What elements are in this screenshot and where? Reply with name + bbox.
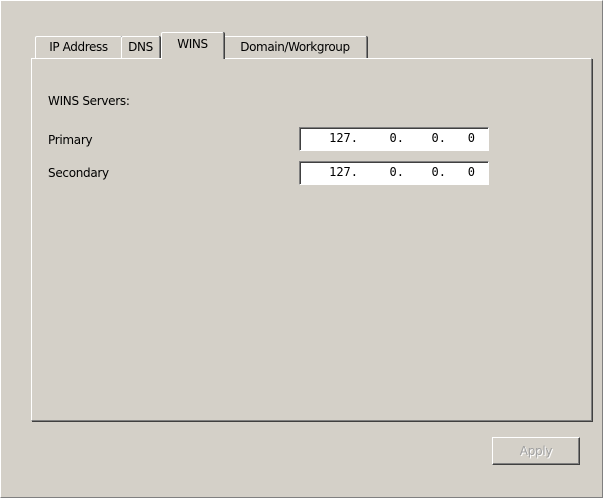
secondary-ip-octet-1[interactable]: 127. <box>314 162 358 183</box>
secondary-ip-octet-3[interactable]: 0. <box>404 162 446 183</box>
network-settings-dialog: IP Address DNS WINS Domain/Workgroup WIN… <box>0 0 603 498</box>
primary-ip-octet-4[interactable]: 0 <box>445 128 475 149</box>
tab-domain-workgroup[interactable]: Domain/Workgroup <box>223 36 367 58</box>
secondary-ip-octet-4[interactable]: 0 <box>445 162 475 183</box>
apply-button[interactable]: Apply <box>492 437 580 465</box>
secondary-ip-octet-2[interactable]: 0. <box>362 162 404 183</box>
secondary-wins-label: Secondary <box>48 166 109 180</box>
wins-tab-panel: WINS Servers: Primary 127. 0. 0. 0 Secon… <box>31 58 592 421</box>
primary-ip-octet-3[interactable]: 0. <box>404 128 446 149</box>
tab-dns[interactable]: DNS <box>121 36 160 58</box>
primary-ip-octet-2[interactable]: 0. <box>362 128 404 149</box>
primary-ip-octet-1[interactable]: 127. <box>314 128 358 149</box>
tab-wins[interactable]: WINS <box>161 32 224 59</box>
secondary-wins-ip-field[interactable]: 127. 0. 0. 0 <box>299 161 489 185</box>
tab-ip-address[interactable]: IP Address <box>35 36 122 58</box>
wins-servers-label: WINS Servers: <box>48 94 130 108</box>
primary-wins-ip-field[interactable]: 127. 0. 0. 0 <box>299 127 489 151</box>
primary-wins-label: Primary <box>48 133 93 147</box>
